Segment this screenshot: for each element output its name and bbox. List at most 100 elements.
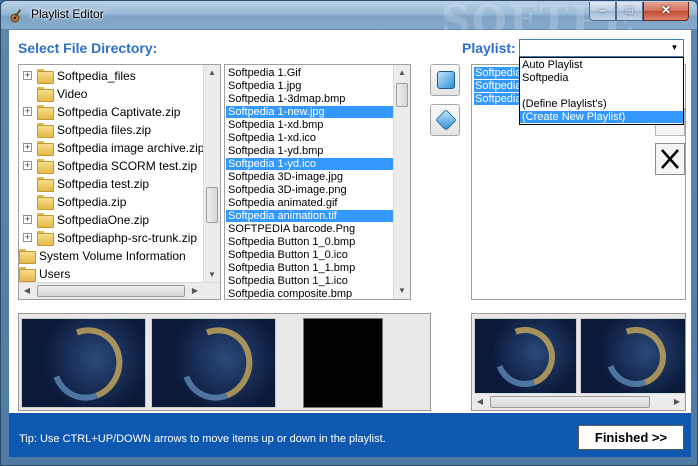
file-list-item[interactable]: Softpedia Button 1_0.bmp (226, 236, 393, 248)
minimize-button[interactable]: – (589, 2, 616, 21)
file-list[interactable]: Softpedia 1.Gif Softpedia 1.jpg Softpedia … (224, 64, 411, 300)
preview-strip[interactable] (18, 313, 431, 411)
tree-item[interactable]: + Softpedia_files (19, 67, 209, 85)
tree-item-label: Video (57, 87, 88, 101)
tree-item[interactable]: Softpedia test.zip (19, 175, 209, 193)
playlist-item[interactable]: Softpedia (474, 67, 522, 79)
title-bar[interactable]: Playlist Editor SOFTPE – □ ✕ (1, 0, 697, 44)
add-to-playlist-icon (437, 71, 455, 89)
file-list-item[interactable]: Softpedia 1-new.jpg (226, 106, 393, 118)
folder-icon (37, 141, 54, 156)
delete-x-icon (661, 149, 679, 169)
guitar-icon (10, 9, 22, 23)
client-area: Select File Directory: Playlist: + Softpe… (9, 30, 691, 456)
preview-thumbnail[interactable] (580, 318, 685, 394)
tree-expander-icon[interactable]: + (23, 143, 32, 152)
file-list-item[interactable]: Softpedia animation.tif (226, 210, 393, 222)
scroll-left-icon[interactable]: ◀ (472, 394, 488, 410)
folder-icon (37, 213, 54, 228)
add-all-icon (435, 109, 457, 131)
tree-item[interactable]: Video (19, 85, 209, 103)
file-list-item[interactable]: Softpedia Button 1_1.ico (226, 275, 393, 287)
preview-horizontal-scrollbar[interactable]: ◀ ▶ (472, 393, 685, 410)
finished-button[interactable]: Finished >> (578, 425, 684, 450)
scroll-down-icon[interactable]: ▼ (394, 283, 410, 299)
file-list-item[interactable]: SOFTPEDIA barcode.Png (226, 223, 393, 235)
file-list-item[interactable]: Softpedia 1-xd.bmp (226, 119, 393, 131)
scroll-thumb[interactable] (37, 285, 185, 297)
tree-item[interactable]: + SoftpediaOne.zip (19, 211, 209, 229)
file-list-item[interactable]: Softpedia Button 1_1.bmp (226, 262, 393, 274)
scroll-right-icon[interactable]: ▶ (187, 283, 203, 299)
scroll-thumb[interactable] (396, 83, 408, 107)
directory-tree[interactable]: + Softpedia_files Video + Softpedia Captivat… (18, 64, 221, 300)
folder-icon (37, 159, 54, 174)
scroll-left-icon[interactable]: ◀ (19, 283, 35, 299)
playlist-item[interactable]: Softpedia (474, 80, 522, 92)
playlist-dropdown-list[interactable]: Auto Playlist Softpedia (Define Playlist's… (519, 57, 684, 125)
dropdown-option[interactable]: Auto Playlist (520, 59, 683, 71)
dropdown-option[interactable]: Softpedia (520, 72, 683, 84)
scroll-thumb[interactable] (206, 187, 218, 223)
tree-item-label: Softpediaphp-src-trunk.zip (57, 231, 198, 245)
file-list-item[interactable]: Softpedia Button 1_0.ico (226, 249, 393, 261)
file-list-item[interactable]: Softpedia 1-3dmap.bmp (226, 93, 393, 105)
dropdown-option[interactable]: (Define Playlist's) (520, 98, 683, 110)
playlist-select[interactable]: ▼ (519, 39, 684, 57)
tree-expander-icon[interactable]: + (23, 71, 32, 80)
tree-vertical-scrollbar[interactable]: ▲ ▼ (203, 65, 220, 283)
file-list-item[interactable]: Softpedia 1.jpg (226, 80, 393, 92)
preview-thumbnail[interactable] (21, 318, 146, 408)
preview-thumbnail[interactable] (151, 318, 276, 408)
preview-thumbnail[interactable] (303, 318, 383, 408)
tree-expander-icon[interactable]: + (23, 233, 32, 242)
footer-bar: Tip: Use CTRL+UP/DOWN arrows to move ite… (9, 413, 691, 457)
tree-item-label: Softpedia image archive.zip (57, 141, 205, 155)
tree-item[interactable]: + Softpedia image archive.zip (19, 139, 209, 157)
dropdown-option[interactable]: (Create New Playlist) (520, 111, 683, 123)
tree-item[interactable]: + Softpedia SCORM test.zip (19, 157, 209, 175)
tree-item[interactable]: Users (19, 265, 209, 283)
file-list-item[interactable]: Softpedia 1.Gif (226, 67, 393, 79)
chevron-down-icon[interactable]: ▼ (668, 42, 681, 54)
preview-thumbnail[interactable] (474, 318, 577, 394)
files-vertical-scrollbar[interactable]: ▲ ▼ (393, 65, 410, 299)
tree-item[interactable]: + Softpediaphp-src-trunk.zip (19, 229, 209, 247)
tree-item[interactable]: + Softpedia Captivate.zip (19, 103, 209, 121)
tree-expander-icon[interactable]: + (23, 107, 32, 116)
folder-icon (37, 69, 54, 84)
dropdown-option[interactable] (520, 85, 683, 97)
tree-item-label: Softpedia files.zip (57, 123, 152, 137)
tree-item-label: Softpedia_files (57, 69, 136, 83)
playlist-preview-strip[interactable]: ◀ ▶ (471, 313, 686, 411)
file-list-item[interactable]: Softpedia 3D-image.png (226, 184, 393, 196)
tree-item[interactable]: Softpedia.zip (19, 193, 209, 211)
add-to-playlist-button[interactable] (430, 64, 460, 96)
maximize-button[interactable]: □ (616, 2, 643, 21)
tree-item[interactable]: System Volume Information (19, 247, 209, 265)
add-all-button[interactable] (430, 104, 460, 136)
scroll-down-icon[interactable]: ▼ (204, 267, 220, 283)
delete-button[interactable] (655, 143, 685, 175)
scroll-up-icon[interactable]: ▲ (394, 65, 410, 81)
maximize-icon: □ (625, 3, 634, 17)
tip-text: Tip: Use CTRL+UP/DOWN arrows to move ite… (19, 433, 386, 445)
file-list-item[interactable]: Softpedia animated.gif (226, 197, 393, 209)
playlist-label: Playlist: (462, 40, 516, 56)
file-list-item[interactable]: Softpedia 1-xd.ico (226, 132, 393, 144)
scroll-right-icon[interactable]: ▶ (669, 394, 685, 410)
file-list-item[interactable]: Softpedia 1-yd.bmp (226, 145, 393, 157)
scroll-thumb[interactable] (490, 396, 650, 408)
file-list-item[interactable]: Softpedia 3D-image.jpg (226, 171, 393, 183)
file-list-item[interactable]: Softpedia 1-yd.ico (226, 158, 393, 170)
tree-horizontal-scrollbar[interactable]: ◀ ▶ (19, 282, 220, 299)
folder-icon (37, 87, 54, 102)
file-list-item[interactable]: Softpedia composite.bmp (226, 288, 393, 299)
tree-item[interactable]: Softpedia files.zip (19, 121, 209, 139)
tree-expander-icon[interactable]: + (23, 161, 32, 170)
folder-icon (19, 267, 36, 282)
tree-expander-icon[interactable]: + (23, 215, 32, 224)
close-button[interactable]: ✕ (643, 2, 689, 21)
playlist-item[interactable]: Softpedia (474, 93, 522, 105)
scroll-up-icon[interactable]: ▲ (204, 65, 220, 81)
